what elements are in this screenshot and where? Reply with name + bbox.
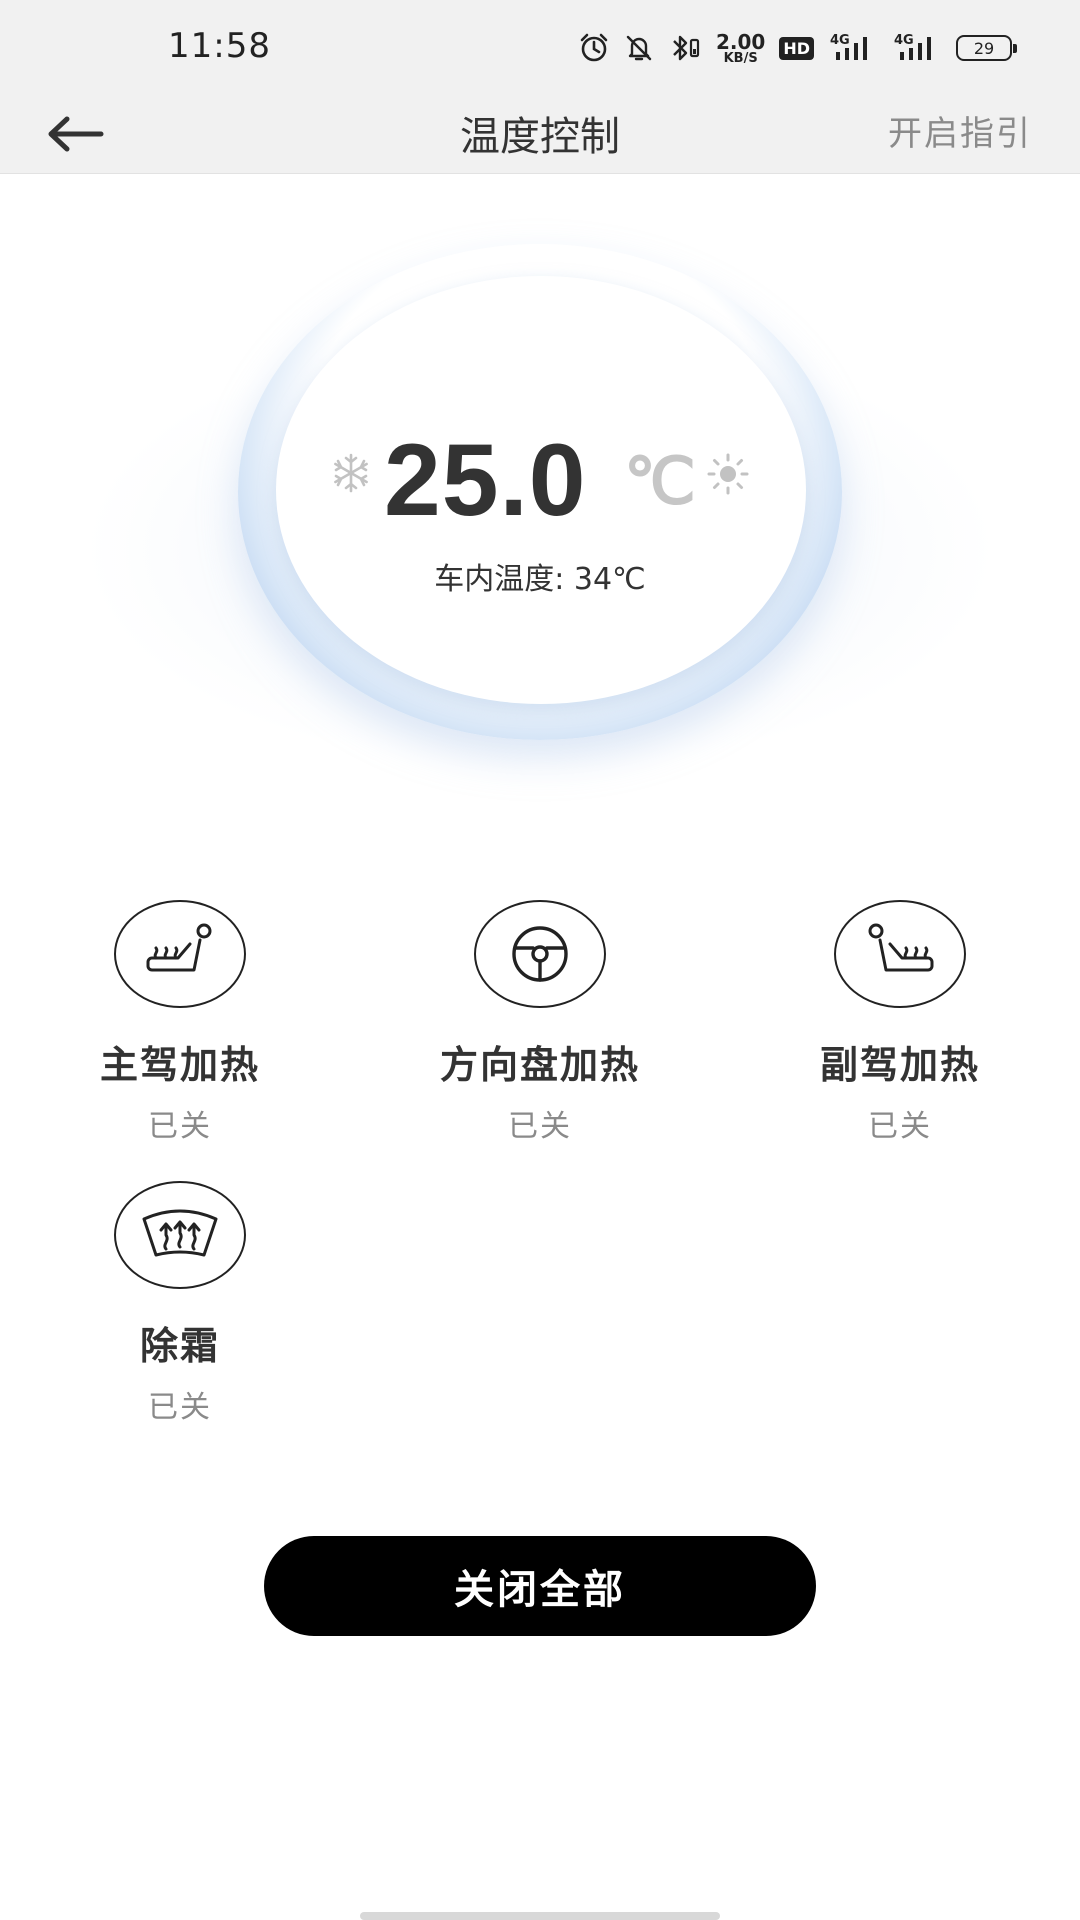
passenger-seat-heat-button[interactable] (834, 900, 966, 1008)
mute-icon (624, 33, 654, 63)
driver-seat-heat-button[interactable] (114, 900, 246, 1008)
net-speed: 2.00 KB/S (716, 32, 765, 65)
target-temperature: 25.0 (384, 423, 587, 537)
driver-seat-heat-icon (146, 923, 212, 972)
signal-2-label: 4G (894, 33, 914, 48)
feature-label: 方向盘加热 (439, 1043, 640, 1087)
steering-wheel-heat-icon (512, 926, 568, 982)
temperature-dial: 25.0 ℃ 车内温度: 34℃ (0, 174, 1080, 794)
signal-icon: 4G (894, 32, 942, 64)
status-time: 11:58 (168, 26, 271, 66)
signal-1-label: 4G (830, 33, 850, 48)
net-speed-unit: KB/S (723, 50, 758, 66)
feature-status: 已关 (148, 1109, 212, 1144)
sun-icon[interactable] (706, 452, 750, 496)
feature-label: 除霜 (139, 1324, 220, 1368)
feature-driver-seat-heat[interactable]: 主驾加热 已关 (30, 900, 330, 1145)
cabin-temperature: 车内温度: 34℃ (434, 562, 646, 597)
feature-status: 已关 (148, 1390, 212, 1425)
feature-label: 副驾加热 (819, 1043, 980, 1087)
status-icons: 2.00 KB/S HD 4G 4G 29 (578, 28, 1017, 68)
net-speed-value: 2.00 (715, 29, 766, 54)
passenger-seat-heat-icon (868, 923, 934, 972)
top-app-bar: 温度控制 开启指引 (0, 96, 1080, 174)
feature-status: 已关 (868, 1109, 932, 1144)
close-all-button[interactable]: 关闭全部 (264, 1536, 816, 1636)
feature-passenger-seat-heat[interactable]: 副驾加热 已关 (750, 900, 1050, 1145)
guide-button[interactable]: 开启指引 (888, 106, 1032, 155)
feature-status: 已关 (508, 1109, 572, 1144)
status-bar: 11:58 2.00 KB/S HD 4G 4G 29 (0, 0, 1080, 96)
signal-icon: 4G (828, 32, 880, 64)
alarm-icon (578, 32, 610, 64)
defrost-icon (142, 1209, 218, 1257)
home-indicator[interactable] (360, 1912, 720, 1920)
steering-wheel-heat-button[interactable] (474, 900, 606, 1008)
feature-steering-wheel-heat[interactable]: 方向盘加热 已关 (390, 900, 690, 1145)
snowflake-icon[interactable] (330, 452, 372, 494)
hd-icon: HD (779, 36, 814, 60)
feature-defrost[interactable]: 除霜 已关 (30, 1181, 330, 1426)
battery-level: 29 (973, 38, 995, 58)
defrost-button[interactable] (114, 1181, 246, 1289)
temperature-unit: ℃ (624, 445, 696, 517)
bluetooth-icon (668, 32, 702, 64)
battery-icon: 29 (956, 35, 1017, 61)
feature-label: 主驾加热 (99, 1043, 260, 1087)
